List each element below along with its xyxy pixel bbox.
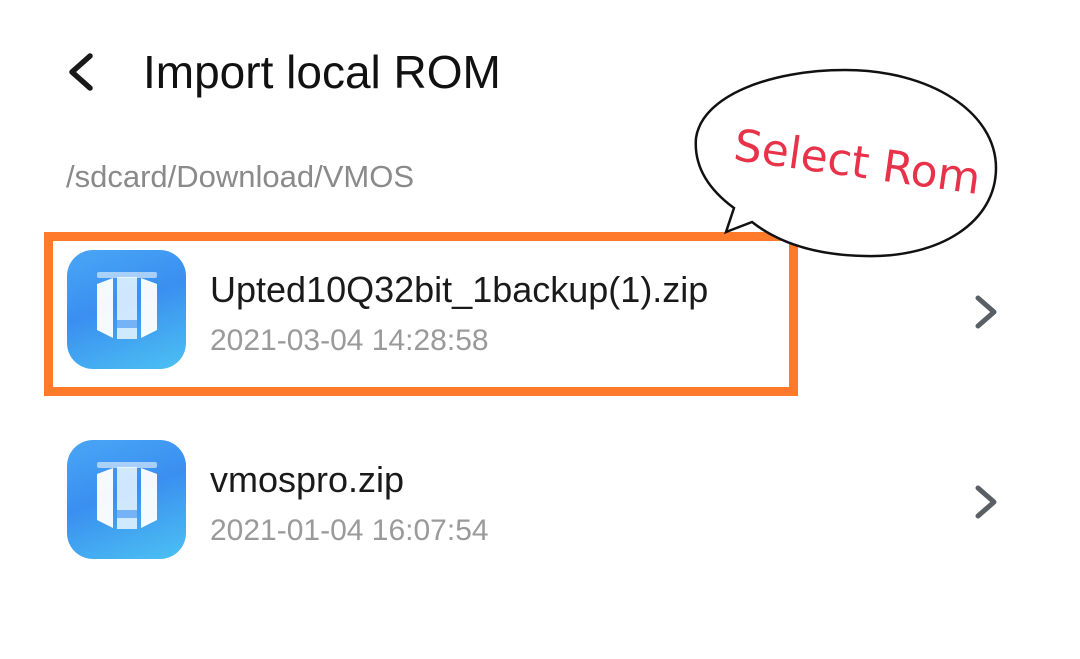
file-date: 2021-03-04 14:28:58 — [210, 324, 489, 357]
breadcrumb: /sdcard/Download/VMOS — [66, 159, 415, 194]
app-header: Import local ROM — [0, 28, 1080, 118]
back-button[interactable] — [54, 40, 110, 104]
annotation-label: Select Rom — [730, 120, 984, 206]
file-row-upted10q32bit[interactable]: Upted10Q32bit_1backup(1).zip 2021-03-04 … — [0, 232, 1080, 382]
page-title: Import local ROM — [143, 46, 501, 98]
chevron-right-icon — [975, 485, 997, 519]
file-date: 2021-01-04 16:07:54 — [210, 514, 489, 547]
file-name: vmospro.zip — [210, 459, 405, 500]
file-row-vmospro[interactable]: vmospro.zip 2021-01-04 16:07:54 — [0, 422, 1080, 572]
file-name: Upted10Q32bit_1backup(1).zip — [210, 269, 709, 310]
chevron-right-icon — [975, 295, 997, 329]
chevron-left-icon — [69, 53, 93, 91]
vmos-app-icon — [67, 250, 186, 369]
vmos-app-icon — [67, 440, 186, 559]
